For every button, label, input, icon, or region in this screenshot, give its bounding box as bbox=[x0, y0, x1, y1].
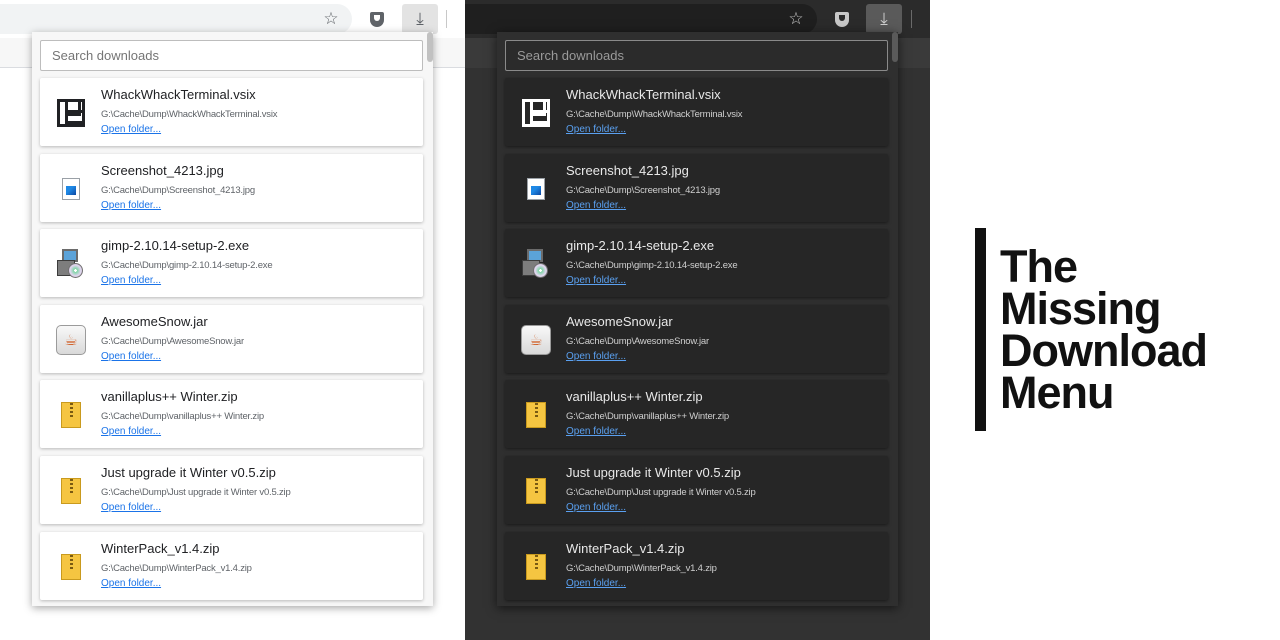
scrollbar[interactable] bbox=[427, 32, 433, 606]
page-title: The Missing Download Menu bbox=[1000, 241, 1208, 418]
open-folder-link[interactable]: Open folder... bbox=[566, 426, 626, 437]
shield-extension-icon[interactable] bbox=[362, 4, 392, 34]
download-icon[interactable]: ⤓ bbox=[402, 4, 438, 34]
download-path: G:\Cache\Dump\WhackWhackTerminal.vsix bbox=[566, 109, 743, 120]
download-filename: Screenshot_4213.jpg bbox=[566, 162, 689, 178]
image-file-icon bbox=[54, 172, 88, 206]
zip-file-icon bbox=[519, 474, 553, 508]
open-folder-link[interactable]: Open folder... bbox=[101, 200, 161, 211]
toolbar-divider bbox=[446, 10, 447, 28]
open-folder-link[interactable]: Open folder... bbox=[566, 578, 626, 589]
download-item[interactable]: gimp-2.10.14-setup-2.exe G:\Cache\Dump\gi… bbox=[505, 229, 888, 298]
download-filename: Just upgrade it Winter v0.5.zip bbox=[101, 464, 276, 480]
light-address-bar[interactable] bbox=[0, 4, 352, 34]
zip-file-icon bbox=[54, 398, 88, 432]
download-path: G:\Cache\Dump\Just upgrade it Winter v0.… bbox=[566, 486, 756, 498]
download-path: G:\Cache\Dump\WinterPack_v1.4.zip bbox=[566, 562, 717, 574]
download-path: G:\Cache\Dump\AwesomeSnow.jar bbox=[101, 335, 244, 347]
download-filename: vanillaplus++ Winter.zip bbox=[101, 389, 238, 405]
download-filename: WhackWhackTerminal.vsix bbox=[566, 87, 721, 102]
download-item[interactable]: Screenshot_4213.jpg G:\Cache\Dump\Screens… bbox=[40, 153, 423, 222]
open-folder-link[interactable]: Open folder... bbox=[101, 502, 161, 513]
zip-file-icon bbox=[54, 474, 88, 508]
download-filename: WhackWhackTerminal.vsix bbox=[101, 87, 256, 102]
open-folder-link[interactable]: Open folder... bbox=[101, 275, 161, 286]
downloads-list: WhackWhackTerminal.vsix G:\Cache\Dump\Wha… bbox=[505, 78, 888, 606]
title-line: Menu bbox=[1000, 367, 1114, 418]
download-path: G:\Cache\Dump\WinterPack_v1.4.zip bbox=[101, 562, 252, 574]
download-path: G:\Cache\Dump\gimp-2.10.14-setup-2.exe bbox=[101, 260, 273, 272]
download-path: G:\Cache\Dump\Screenshot_4213.jpg bbox=[566, 184, 720, 196]
title-accent-bar bbox=[975, 228, 986, 431]
download-filename: Screenshot_4213.jpg bbox=[101, 162, 224, 178]
image-file-icon bbox=[519, 172, 553, 206]
zip-file-icon bbox=[54, 550, 88, 584]
download-filename: AwesomeSnow.jar bbox=[101, 313, 208, 329]
download-path: G:\Cache\Dump\Screenshot_4213.jpg bbox=[101, 184, 255, 196]
download-item[interactable]: gimp-2.10.14-setup-2.exe G:\Cache\Dump\gi… bbox=[40, 229, 423, 298]
title-line: The bbox=[1000, 241, 1078, 292]
downloads-popup-dark: WhackWhackTerminal.vsix G:\Cache\Dump\Wha… bbox=[497, 32, 898, 606]
dark-address-bar[interactable] bbox=[465, 4, 817, 34]
download-filename: Just upgrade it Winter v0.5.zip bbox=[566, 464, 741, 480]
download-item[interactable]: ☕ AwesomeSnow.jar G:\Cache\Dump\AwesomeSno… bbox=[40, 304, 423, 373]
download-item[interactable]: WhackWhackTerminal.vsix G:\Cache\Dump\Wha… bbox=[505, 78, 888, 146]
toolbar-divider bbox=[911, 10, 912, 28]
open-folder-link[interactable]: Open folder... bbox=[566, 124, 626, 135]
download-path: G:\Cache\Dump\AwesomeSnow.jar bbox=[566, 335, 709, 347]
download-path: G:\Cache\Dump\vanillaplus++ Winter.zip bbox=[101, 411, 264, 423]
scrollbar-thumb[interactable] bbox=[427, 32, 433, 62]
open-folder-link[interactable]: Open folder... bbox=[566, 502, 626, 513]
download-filename: WinterPack_v1.4.zip bbox=[566, 540, 685, 556]
shield-extension-icon[interactable] bbox=[827, 4, 857, 34]
title-line: Missing bbox=[1000, 283, 1162, 334]
installer-file-icon bbox=[519, 247, 553, 281]
open-folder-link[interactable]: Open folder... bbox=[566, 351, 626, 362]
download-path: G:\Cache\Dump\vanillaplus++ Winter.zip bbox=[566, 411, 729, 423]
open-folder-link[interactable]: Open folder... bbox=[566, 275, 626, 286]
download-icon[interactable]: ⤓ bbox=[866, 4, 902, 34]
download-item[interactable]: vanillaplus++ Winter.zip G:\Cache\Dump\va… bbox=[40, 380, 423, 449]
download-filename: AwesomeSnow.jar bbox=[566, 313, 673, 329]
download-item[interactable]: Just upgrade it Winter v0.5.zip G:\Cache\… bbox=[40, 455, 423, 524]
downloads-list: WhackWhackTerminal.vsix G:\Cache\Dump\Wha… bbox=[40, 78, 423, 606]
downloads-popup-light: WhackWhackTerminal.vsix G:\Cache\Dump\Wha… bbox=[32, 32, 433, 606]
download-item[interactable]: WhackWhackTerminal.vsix G:\Cache\Dump\Wha… bbox=[40, 78, 423, 146]
download-item[interactable]: WinterPack_v1.4.zip G:\Cache\Dump\WinterP… bbox=[40, 531, 423, 600]
vsix-file-icon bbox=[519, 96, 553, 130]
download-filename: WinterPack_v1.4.zip bbox=[101, 540, 220, 556]
open-folder-link[interactable]: Open folder... bbox=[101, 351, 161, 362]
download-item[interactable]: WinterPack_v1.4.zip G:\Cache\Dump\WinterP… bbox=[505, 531, 888, 600]
download-item[interactable]: Just upgrade it Winter v0.5.zip G:\Cache\… bbox=[505, 455, 888, 524]
download-path: G:\Cache\Dump\gimp-2.10.14-setup-2.exe bbox=[566, 260, 738, 272]
search-downloads-input[interactable] bbox=[40, 40, 423, 71]
download-item[interactable]: Screenshot_4213.jpg G:\Cache\Dump\Screens… bbox=[505, 153, 888, 222]
bookmark-star-icon[interactable]: ☆ bbox=[781, 4, 811, 34]
download-path: G:\Cache\Dump\WhackWhackTerminal.vsix bbox=[101, 109, 278, 120]
download-filename: gimp-2.10.14-setup-2.exe bbox=[101, 238, 250, 254]
open-folder-link[interactable]: Open folder... bbox=[566, 200, 626, 211]
download-filename: gimp-2.10.14-setup-2.exe bbox=[566, 238, 715, 254]
scrollbar-thumb[interactable] bbox=[892, 32, 898, 62]
open-folder-link[interactable]: Open folder... bbox=[101, 426, 161, 437]
open-folder-link[interactable]: Open folder... bbox=[101, 124, 161, 135]
zip-file-icon bbox=[519, 398, 553, 432]
java-file-icon: ☕ bbox=[54, 323, 88, 357]
open-folder-link[interactable]: Open folder... bbox=[101, 578, 161, 589]
zip-file-icon bbox=[519, 550, 553, 584]
installer-file-icon bbox=[54, 247, 88, 281]
search-downloads-input[interactable] bbox=[505, 40, 888, 71]
title-line: Download bbox=[1000, 325, 1208, 376]
download-item[interactable]: ☕ AwesomeSnow.jar G:\Cache\Dump\AwesomeSno… bbox=[505, 304, 888, 373]
download-filename: vanillaplus++ Winter.zip bbox=[566, 389, 703, 405]
vsix-file-icon bbox=[54, 96, 88, 130]
download-item[interactable]: vanillaplus++ Winter.zip G:\Cache\Dump\va… bbox=[505, 380, 888, 449]
bookmark-star-icon[interactable]: ☆ bbox=[316, 4, 346, 34]
java-file-icon: ☕ bbox=[519, 323, 553, 357]
download-path: G:\Cache\Dump\Just upgrade it Winter v0.… bbox=[101, 486, 291, 498]
scrollbar[interactable] bbox=[892, 32, 898, 606]
